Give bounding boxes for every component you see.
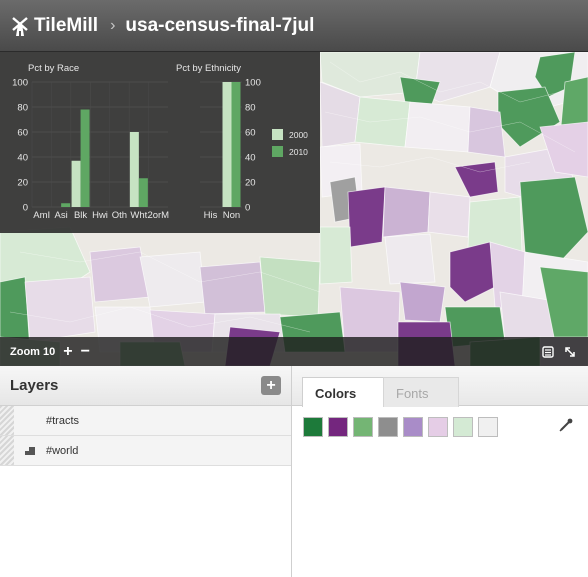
- app-header: TileMill › usa-census-final-7jul: [0, 0, 588, 52]
- y-tick-label: 80: [17, 103, 28, 114]
- color-swatch[interactable]: [453, 417, 473, 437]
- project-title[interactable]: usa-census-final-7jul: [125, 15, 314, 37]
- bar-2000: [222, 82, 232, 207]
- color-swatches: [303, 417, 498, 437]
- y-tick-label: 100: [245, 78, 261, 89]
- y-tick-label: 0: [23, 203, 28, 214]
- y-tick-label: 60: [245, 128, 256, 139]
- x-tick-label: Blk: [74, 210, 87, 221]
- x-tick-label: Oth: [112, 210, 127, 221]
- layer-name: #world: [46, 444, 79, 457]
- zoom-in-button[interactable]: +: [63, 343, 72, 360]
- y-tick-label: 40: [17, 153, 28, 164]
- y-tick-label: 80: [245, 103, 256, 114]
- layer-item-world[interactable]: #world: [0, 436, 291, 466]
- legend-icon[interactable]: [542, 345, 554, 358]
- chart-overlay: Pct by Race 100 80 60 40 20 0 AmI Asi Blk Hwi Oth Wh…: [0, 52, 320, 233]
- x-tick-label: Hwi: [92, 210, 108, 221]
- add-layer-button[interactable]: +: [261, 376, 281, 395]
- legend-label: 2000: [289, 130, 308, 140]
- x-tick-label: Wht: [130, 210, 147, 221]
- y-tick-label: 100: [12, 78, 28, 89]
- eyedropper-icon[interactable]: [558, 417, 574, 433]
- x-tick-label: AmI: [33, 210, 50, 221]
- bar-2000: [129, 132, 139, 207]
- app-name: TileMill: [34, 14, 99, 36]
- census-charts: Pct by Race100806040200AmI Asi Blk Hwi Oth Wh…: [12, 63, 308, 221]
- legend-swatch: [272, 129, 283, 140]
- bar-2000: [71, 160, 81, 207]
- y-tick-label: 60: [17, 128, 28, 139]
- chart-legend: 2000 2010: [272, 129, 308, 157]
- zoom-bar: Zoom 10 + −: [0, 337, 588, 366]
- y-tick-label: 40: [245, 153, 256, 164]
- layers-header: Layers +: [0, 366, 291, 406]
- fullscreen-icon[interactable]: [564, 346, 576, 358]
- race-chart: Pct by Race100 80 60 40 20 0 AmI Asi Blk Hwi Oth Wh…: [12, 63, 169, 221]
- legend-swatch: [272, 146, 283, 157]
- x-tick-label: Asi: [55, 210, 68, 221]
- polygon-layer-icon: [24, 446, 38, 456]
- tilemill-logo[interactable]: TileMill: [10, 15, 98, 37]
- color-swatch[interactable]: [353, 417, 373, 437]
- chart-title: Pct by Race: [28, 63, 79, 74]
- windmill-icon: [12, 16, 28, 36]
- style-panel: Colors Fonts: [292, 366, 588, 577]
- color-swatch[interactable]: [403, 417, 423, 437]
- layers-panel: Layers + #tracts #world: [0, 366, 292, 577]
- bar-2010: [61, 203, 71, 207]
- drag-handle[interactable]: [0, 436, 14, 465]
- color-swatch[interactable]: [378, 417, 398, 437]
- legend-label: 2010: [289, 147, 308, 157]
- tab-fonts[interactable]: Fonts: [383, 377, 459, 407]
- y-tick-label: 20: [245, 178, 256, 189]
- x-tick-label: Non: [223, 210, 240, 221]
- breadcrumb-separator: ›: [110, 16, 116, 34]
- layer-name: #tracts: [46, 414, 80, 427]
- y-tick-label: 0: [245, 203, 250, 214]
- color-swatch[interactable]: [328, 417, 348, 437]
- bar-2010: [231, 82, 241, 207]
- layer-item-tracts[interactable]: #tracts: [0, 406, 291, 436]
- color-swatch[interactable]: [428, 417, 448, 437]
- color-swatch[interactable]: [303, 417, 323, 437]
- color-swatch[interactable]: [478, 417, 498, 437]
- tab-colors[interactable]: Colors: [302, 377, 384, 407]
- chart-title: Pct by Ethnicity: [176, 63, 241, 74]
- style-tabs: Colors Fonts: [292, 366, 588, 407]
- layers-title: Layers: [10, 377, 59, 394]
- drag-handle[interactable]: [0, 406, 14, 435]
- bar-2010: [80, 109, 90, 207]
- bar-2010: [138, 178, 148, 207]
- zoom-level: Zoom 10: [10, 345, 56, 358]
- x-tick-label: His: [204, 210, 218, 221]
- y-tick-label: 20: [17, 178, 28, 189]
- zoom-out-button[interactable]: −: [81, 343, 90, 360]
- ethnicity-chart: Pct by Ethnicity100806040200His Non200020…: [176, 63, 308, 221]
- x-tick-label: 2orM: [147, 210, 169, 221]
